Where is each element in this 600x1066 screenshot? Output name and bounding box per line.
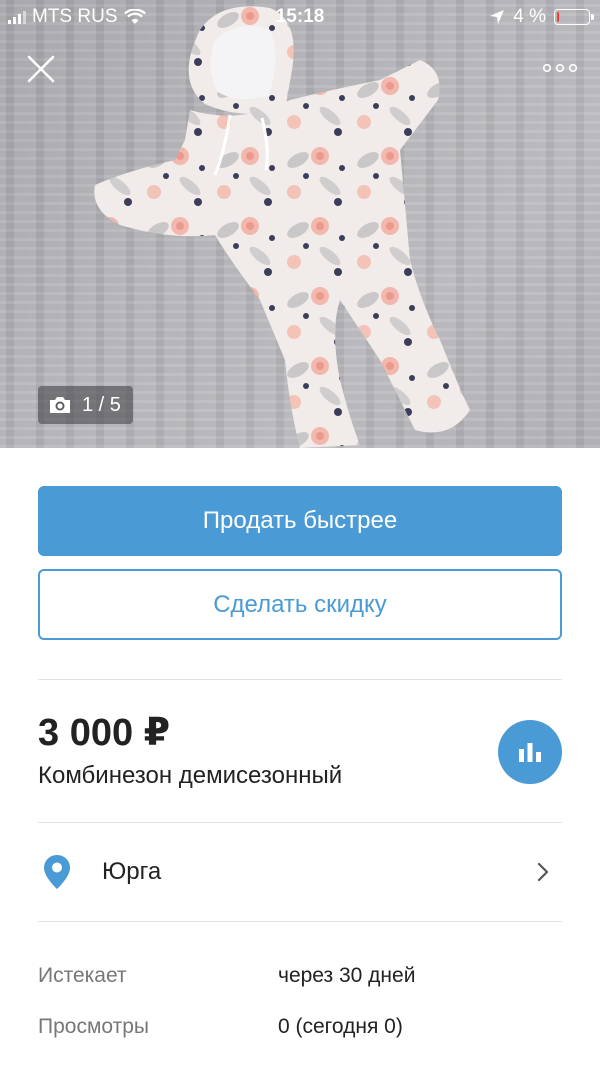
- divider: [38, 679, 562, 680]
- expires-value: через 30 дней: [278, 964, 416, 987]
- listing-price: 3 000 ₽: [38, 712, 171, 754]
- photo-counter: 1 / 5: [38, 386, 133, 424]
- location-row[interactable]: Юрга: [0, 824, 600, 920]
- more-dots-icon: [542, 63, 578, 73]
- listing-title: Комбинезон демисезонный: [38, 762, 343, 789]
- sell-faster-button[interactable]: Продать быстрее: [38, 486, 562, 556]
- expires-label: Истекает: [38, 964, 127, 987]
- location-pin-icon: [44, 855, 70, 889]
- close-button[interactable]: [26, 54, 56, 84]
- divider: [38, 822, 562, 823]
- close-icon: [27, 55, 55, 83]
- make-discount-button[interactable]: Сделать скидку: [38, 569, 562, 640]
- chevron-right-icon: [537, 862, 549, 882]
- location-city: Юрга: [102, 858, 162, 885]
- photo-counter-text: 1 / 5: [82, 393, 121, 416]
- photo-image: [94, 6, 471, 448]
- camera-icon: [50, 397, 70, 413]
- views-value: 0 (сегодня 0): [278, 1015, 403, 1038]
- views-label: Просмотры: [38, 1015, 149, 1038]
- status-bar: MTS RUS 15:18 4 %: [0, 0, 600, 34]
- listing-photo[interactable]: MTS RUS 15:18 4 % 1 / 5: [0, 0, 600, 448]
- battery-percent: 4 %: [513, 6, 546, 27]
- divider: [38, 921, 562, 922]
- statistics-button[interactable]: [498, 720, 562, 784]
- more-options-button[interactable]: [542, 58, 578, 78]
- bar-chart-icon: [519, 743, 541, 762]
- battery-icon: [554, 9, 594, 25]
- location-arrow-icon: [490, 10, 505, 24]
